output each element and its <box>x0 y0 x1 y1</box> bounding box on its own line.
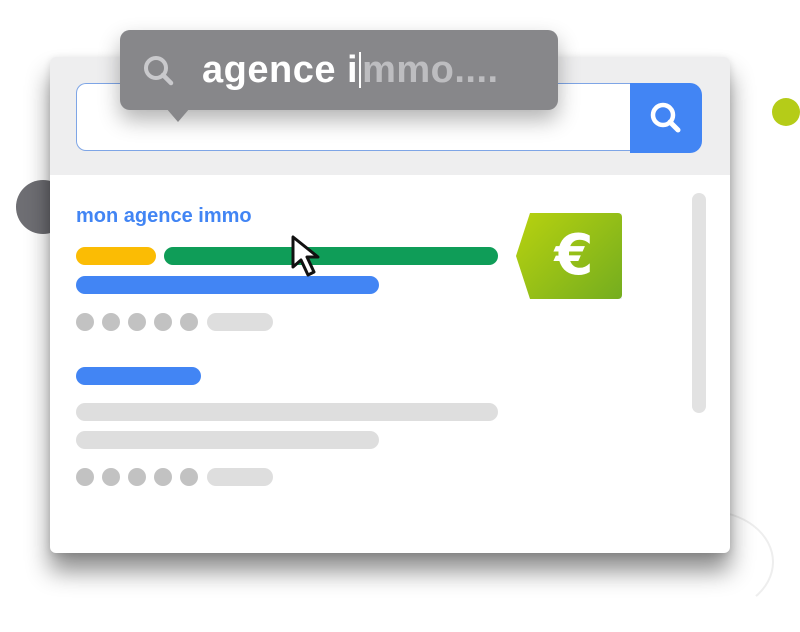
mouse-pointer-icon <box>291 235 320 277</box>
autocomplete-suggestion: mmo.... <box>362 49 499 91</box>
euro-icon: € <box>554 223 594 288</box>
rating-dot <box>154 313 172 331</box>
rating-dot <box>102 468 120 486</box>
result-title-link[interactable]: mon agence immo <box>76 205 252 228</box>
placeholder-pill <box>207 468 273 486</box>
search-window: mon agence immo <box>50 57 730 553</box>
rating-dot <box>154 468 172 486</box>
search-icon <box>650 102 681 133</box>
text-caret <box>359 52 362 88</box>
rating-dot <box>128 468 146 486</box>
typed-query: agence i <box>202 49 359 91</box>
rating-dot <box>76 468 94 486</box>
price-tag-badge: € <box>516 213 622 299</box>
rating-dot <box>180 313 198 331</box>
decorative-dot <box>772 98 800 126</box>
search-query-text: agence i mmo.... <box>202 48 499 92</box>
search-query-tooltip: agence i mmo.... <box>120 30 558 122</box>
rating-dot <box>76 313 94 331</box>
placeholder-bar <box>76 431 379 449</box>
placeholder-bar <box>76 247 156 265</box>
rating-dot <box>102 313 120 331</box>
placeholder-title-bar <box>76 367 201 385</box>
search-icon <box>144 56 174 86</box>
placeholder-pill <box>207 313 273 331</box>
results-scrollbar[interactable] <box>692 193 706 413</box>
rating-dot <box>128 313 146 331</box>
rating-dot <box>180 468 198 486</box>
search-button[interactable] <box>630 83 702 153</box>
tooltip-tail <box>166 108 190 122</box>
placeholder-bar <box>76 403 498 421</box>
